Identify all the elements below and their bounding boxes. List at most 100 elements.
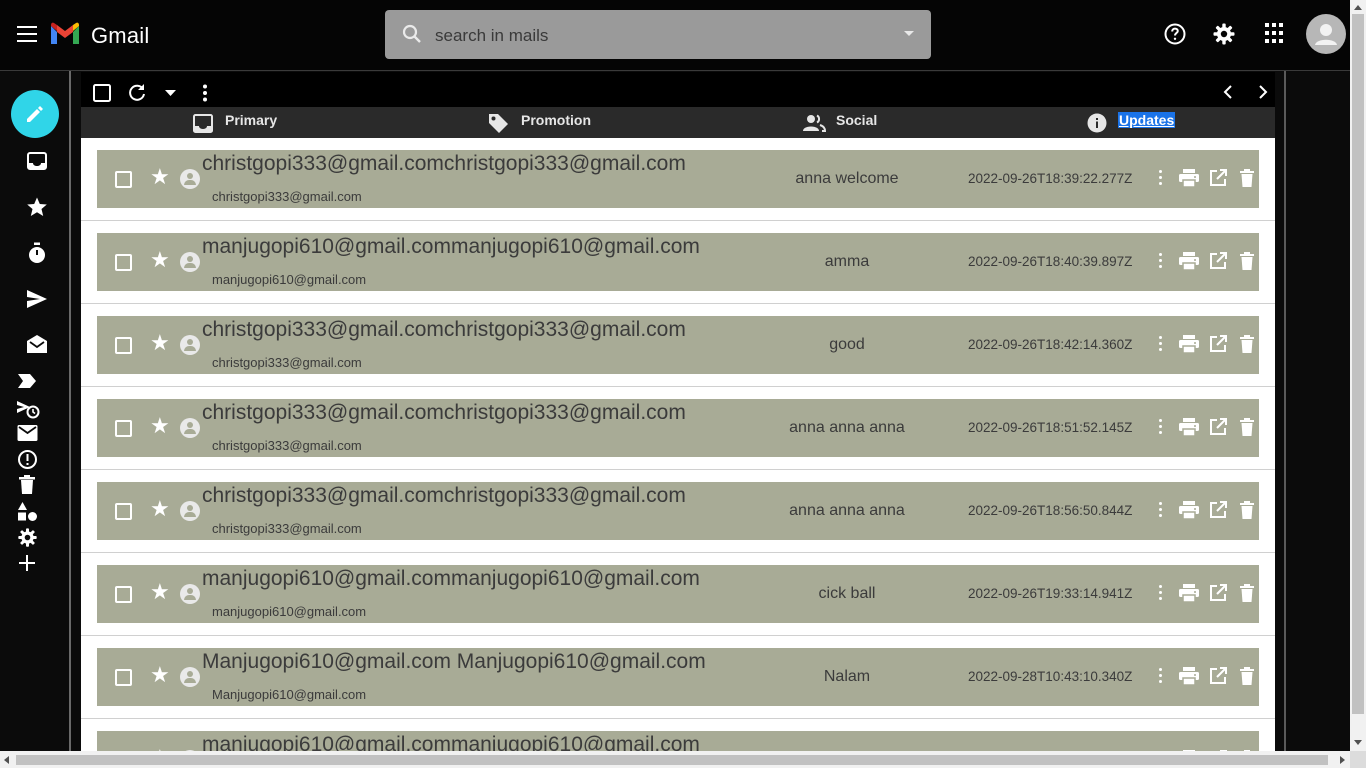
info-icon bbox=[1087, 113, 1107, 133]
select-all-checkbox[interactable] bbox=[93, 84, 111, 102]
left-sidebar bbox=[0, 71, 70, 768]
scroll-right-icon[interactable] bbox=[1340, 756, 1345, 764]
refresh-icon[interactable] bbox=[127, 83, 147, 103]
starred-icon[interactable] bbox=[26, 196, 48, 218]
create-label-icon[interactable] bbox=[19, 555, 35, 571]
scroll-down-icon[interactable] bbox=[1354, 740, 1362, 745]
compose-button[interactable] bbox=[11, 90, 59, 138]
inbox-icon[interactable] bbox=[26, 151, 48, 171]
spam-icon[interactable] bbox=[17, 449, 38, 470]
settings-icon[interactable] bbox=[1212, 22, 1236, 46]
row-checkbox[interactable] bbox=[115, 420, 132, 437]
gmail-logo-icon[interactable] bbox=[49, 22, 81, 51]
email-row[interactable]: ★ christgopi333@gmail.comchristgopi333@gm… bbox=[97, 399, 1259, 457]
row-more-icon[interactable] bbox=[1159, 170, 1163, 188]
manage-settings-icon[interactable] bbox=[17, 527, 38, 548]
row-more-icon[interactable] bbox=[1159, 668, 1163, 686]
delete-icon[interactable] bbox=[1240, 252, 1254, 275]
delete-icon[interactable] bbox=[1240, 667, 1254, 690]
more-options-icon[interactable] bbox=[202, 84, 208, 102]
drafts-icon[interactable] bbox=[26, 334, 48, 354]
star-icon[interactable]: ★ bbox=[150, 498, 170, 520]
scheduled-icon[interactable] bbox=[16, 399, 40, 419]
email-row[interactable]: ★ Manjugopi610@gmail.com Manjugopi610@gma… bbox=[97, 648, 1259, 706]
tab-updates[interactable]: Updates bbox=[1087, 107, 1197, 138]
delete-icon[interactable] bbox=[1240, 584, 1254, 607]
tab-primary[interactable]: Primary bbox=[193, 107, 303, 138]
row-checkbox[interactable] bbox=[115, 254, 132, 271]
print-icon[interactable] bbox=[1179, 667, 1199, 690]
trash-icon[interactable] bbox=[19, 475, 35, 494]
scroll-up-icon[interactable] bbox=[1354, 5, 1362, 10]
row-checkbox[interactable] bbox=[115, 669, 132, 686]
delete-icon[interactable] bbox=[1240, 169, 1254, 192]
categories-icon[interactable] bbox=[17, 501, 38, 522]
email-row[interactable]: ★manjugopi610@gmail.commanjugopi610@gmai… bbox=[97, 731, 1259, 752]
open-in-new-icon[interactable] bbox=[1209, 335, 1227, 358]
open-in-new-icon[interactable] bbox=[1209, 252, 1227, 275]
email-row[interactable]: ★manjugopi610@gmail.commanjugopi610@gmai… bbox=[97, 233, 1259, 291]
tab-promotion[interactable]: Promotion bbox=[487, 107, 627, 138]
row-more-icon[interactable] bbox=[1159, 419, 1163, 437]
email-row[interactable]: ★manjugopi610@gmail.commanjugopi610@gmai… bbox=[97, 565, 1259, 623]
print-icon[interactable] bbox=[1179, 335, 1199, 358]
print-icon[interactable] bbox=[1179, 252, 1199, 275]
scroll-thumb[interactable] bbox=[16, 755, 1328, 765]
star-icon[interactable]: ★ bbox=[150, 664, 170, 686]
scroll-thumb[interactable] bbox=[1352, 14, 1364, 714]
delete-icon[interactable] bbox=[1240, 335, 1254, 358]
table-row: ★manjugopi610@gmail.commanjugopi610@gmai… bbox=[81, 719, 1275, 752]
row-more-icon[interactable] bbox=[1159, 585, 1163, 603]
email-row[interactable]: ★ christgopi333@gmail.comchristgopi333@gm… bbox=[97, 316, 1259, 374]
next-page-icon[interactable] bbox=[1258, 85, 1268, 99]
select-dropdown-icon[interactable] bbox=[165, 90, 176, 97]
row-checkbox[interactable] bbox=[115, 171, 132, 188]
star-icon[interactable]: ★ bbox=[150, 249, 170, 271]
star-icon[interactable]: ★ bbox=[150, 581, 170, 603]
important-icon[interactable] bbox=[18, 374, 36, 388]
sender-name: christgopi333@gmail.comchristgopi333@gma… bbox=[202, 484, 686, 507]
star-icon[interactable]: ★ bbox=[150, 332, 170, 354]
row-more-icon[interactable] bbox=[1159, 502, 1163, 520]
delete-icon[interactable] bbox=[1240, 501, 1254, 524]
snoozed-icon[interactable] bbox=[27, 242, 47, 264]
row-checkbox[interactable] bbox=[115, 586, 132, 603]
row-checkbox[interactable] bbox=[115, 337, 132, 354]
horizontal-scrollbar[interactable] bbox=[0, 751, 1350, 768]
sent-icon[interactable] bbox=[26, 289, 48, 309]
previous-page-icon[interactable] bbox=[1223, 85, 1233, 99]
open-in-new-icon[interactable] bbox=[1209, 667, 1227, 690]
vertical-scrollbar[interactable] bbox=[1350, 0, 1366, 751]
delete-icon[interactable] bbox=[1240, 418, 1254, 441]
open-in-new-icon[interactable] bbox=[1209, 501, 1227, 524]
panel-border bbox=[1284, 71, 1286, 768]
row-more-icon[interactable] bbox=[1159, 253, 1163, 271]
search-bar[interactable] bbox=[385, 10, 931, 59]
open-in-new-icon[interactable] bbox=[1209, 169, 1227, 192]
row-more-icon[interactable] bbox=[1159, 336, 1163, 354]
app-name: Gmail bbox=[91, 23, 150, 48]
email-row[interactable]: ★ christgopi333@gmail.comchristgopi333@gm… bbox=[97, 150, 1259, 208]
sender-name: christgopi333@gmail.comchristgopi333@gma… bbox=[202, 152, 686, 175]
all-mail-icon[interactable] bbox=[17, 424, 38, 442]
scroll-left-icon[interactable] bbox=[4, 756, 9, 764]
tab-social[interactable]: Social bbox=[802, 107, 912, 138]
open-in-new-icon[interactable] bbox=[1209, 584, 1227, 607]
print-icon[interactable] bbox=[1179, 501, 1199, 524]
email-row[interactable]: ★ christgopi333@gmail.comchristgopi333@gm… bbox=[97, 482, 1259, 540]
main-menu-icon[interactable] bbox=[17, 26, 37, 42]
row-checkbox[interactable] bbox=[115, 503, 132, 520]
print-icon[interactable] bbox=[1179, 584, 1199, 607]
print-icon[interactable] bbox=[1179, 169, 1199, 192]
search-options-icon[interactable] bbox=[904, 31, 914, 36]
print-icon[interactable] bbox=[1179, 418, 1199, 441]
star-icon[interactable]: ★ bbox=[150, 166, 170, 188]
apps-grid-icon[interactable] bbox=[1264, 22, 1284, 44]
search-input[interactable] bbox=[433, 22, 877, 50]
sender-name: christgopi333@gmail.comchristgopi333@gma… bbox=[202, 318, 686, 341]
search-icon[interactable] bbox=[402, 24, 422, 44]
account-avatar[interactable] bbox=[1306, 14, 1346, 54]
open-in-new-icon[interactable] bbox=[1209, 418, 1227, 441]
star-icon[interactable]: ★ bbox=[150, 415, 170, 437]
help-icon[interactable] bbox=[1163, 22, 1187, 46]
